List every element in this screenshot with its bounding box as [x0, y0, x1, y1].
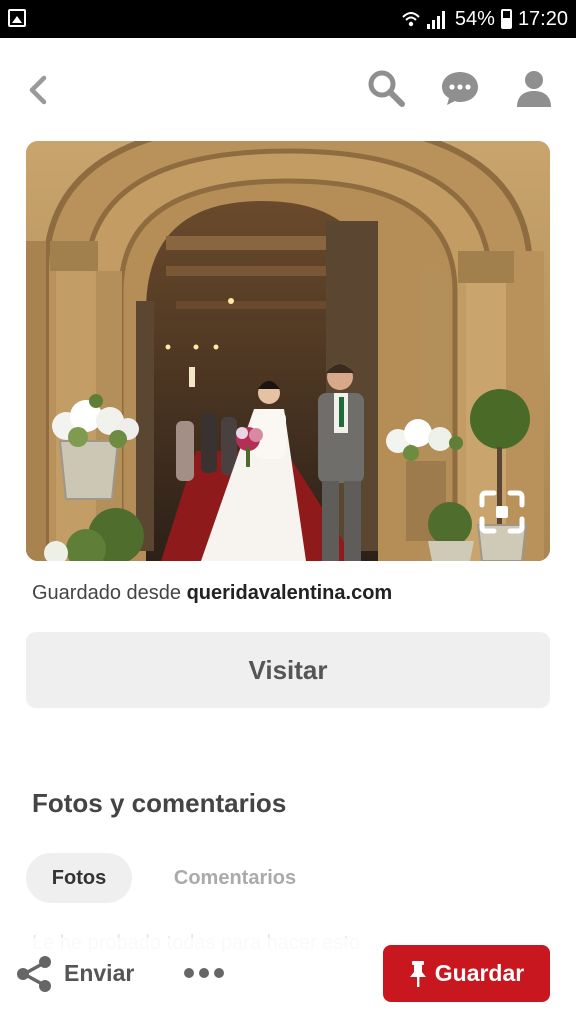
saved-from-text: Guardado desde queridavalentina.com: [32, 582, 392, 605]
image-icon: [8, 9, 26, 27]
tab-photos[interactable]: Fotos: [26, 853, 132, 903]
battery-percent: 54%: [454, 7, 495, 30]
save-button-label: Guardar: [434, 960, 525, 986]
saved-from-prefix: Guardado desde: [32, 582, 182, 604]
person-icon: [517, 71, 551, 107]
top-nav-actions: [364, 66, 556, 110]
profile-button[interactable]: [512, 66, 556, 110]
wifi-icon: [402, 12, 420, 27]
saved-from-domain[interactable]: queridavalentina.com: [187, 582, 393, 604]
share-button-label[interactable]: Enviar: [64, 960, 134, 987]
pushpin-icon: [409, 960, 426, 987]
section-title: Fotos y comentarios: [32, 788, 287, 818]
tab-comments[interactable]: Comentarios: [160, 853, 310, 903]
search-button[interactable]: [364, 66, 408, 110]
battery-icon: [500, 9, 512, 29]
status-icons: 54% 17:20: [401, 6, 568, 32]
search-icon: [368, 70, 405, 107]
wedding-photo: [26, 141, 550, 561]
share-icon[interactable]: [14, 954, 54, 994]
chevron-left-icon[interactable]: [20, 70, 60, 110]
status-bar: 54% 17:20: [0, 0, 576, 38]
signal-icon: [426, 9, 449, 29]
visit-button[interactable]: Visitar: [26, 632, 550, 708]
chat-bubble-icon: [442, 72, 478, 105]
pin-detail-screen: 54% 17:20 Guardado desde queridavalentin…: [0, 0, 576, 1024]
pin-image[interactable]: [26, 141, 550, 561]
clock: 17:20: [517, 7, 568, 30]
messages-button[interactable]: [438, 66, 482, 110]
save-button[interactable]: Guardar: [383, 945, 550, 1002]
visual-search-icon[interactable]: [478, 489, 526, 535]
more-dots-icon[interactable]: [184, 964, 228, 982]
